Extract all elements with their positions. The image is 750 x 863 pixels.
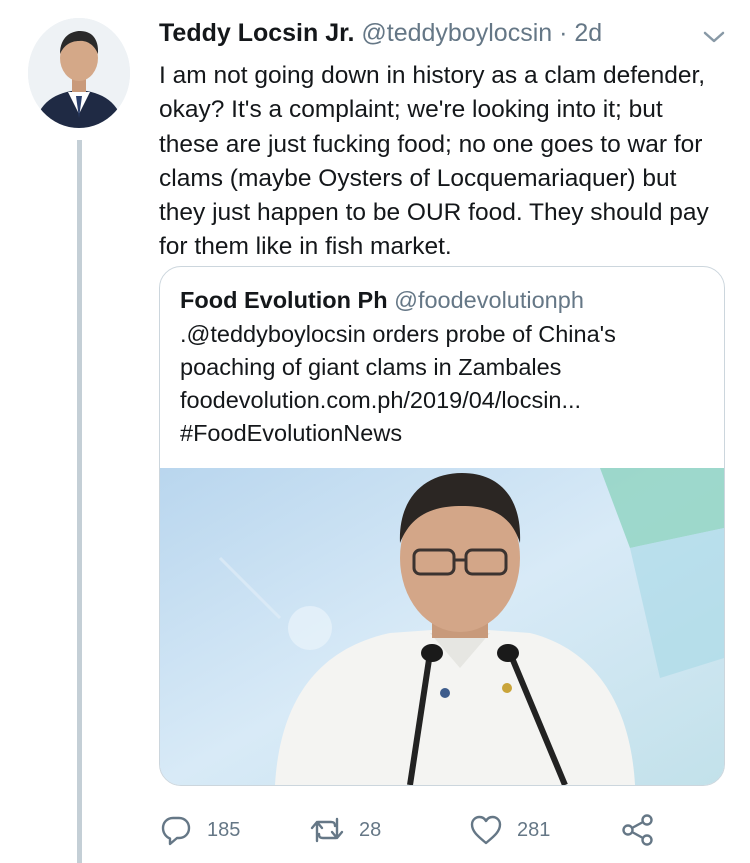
avatar-image xyxy=(28,18,130,128)
author-handle[interactable]: @teddyboylocsin xyxy=(361,19,552,47)
retweet-icon xyxy=(309,813,345,847)
avatar[interactable] xyxy=(28,18,130,128)
quoted-tweet-text: .@teddyboylocsin orders probe of China's… xyxy=(180,321,616,446)
like-count: 281 xyxy=(517,818,551,841)
press-conference-photo xyxy=(160,468,724,785)
retweet-button[interactable]: 28 xyxy=(309,810,381,850)
header-separator: · xyxy=(559,19,568,47)
quoted-tweet-card[interactable]: Food Evolution Ph @foodevolutionph .@ted… xyxy=(159,266,725,786)
like-button[interactable]: 281 xyxy=(469,810,550,850)
tweet-actions: 185 28 281 xyxy=(159,810,729,850)
quoted-tweet-image[interactable] xyxy=(160,468,724,785)
share-icon xyxy=(621,813,655,847)
reply-icon xyxy=(159,813,193,847)
thread-line xyxy=(77,140,82,863)
heart-icon xyxy=(469,814,503,846)
author-name[interactable]: Teddy Locsin Jr. xyxy=(159,19,354,47)
quoted-author-handle: @foodevolutionph xyxy=(394,287,584,313)
retweet-count: 28 xyxy=(359,818,382,841)
tweet-timestamp[interactable]: 2d xyxy=(574,19,602,47)
quoted-author-name: Food Evolution Ph xyxy=(180,287,388,313)
reply-count: 185 xyxy=(207,818,241,841)
chevron-down-icon[interactable] xyxy=(701,27,727,47)
share-button[interactable] xyxy=(621,810,655,850)
reply-button[interactable]: 185 xyxy=(159,810,240,850)
tweet-text: I am not going down in history as a clam… xyxy=(159,62,709,261)
quoted-tweet-header: Food Evolution Ph @foodevolutionph xyxy=(180,286,584,314)
tweet-header: Teddy Locsin Jr. @teddyboylocsin · 2d xyxy=(159,18,602,48)
